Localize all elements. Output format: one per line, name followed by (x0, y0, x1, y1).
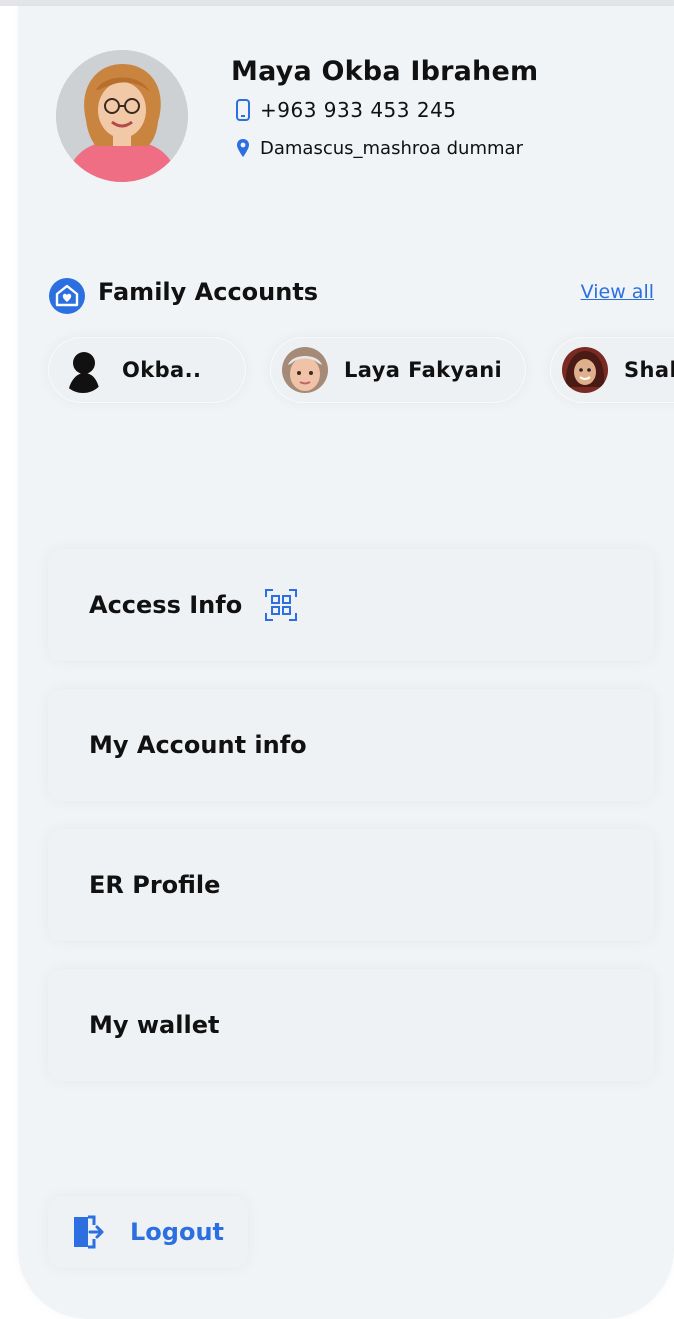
menu-item-my-wallet[interactable]: My wallet (48, 969, 654, 1081)
family-member-chip[interactable]: Shal (550, 337, 674, 403)
menu-item-label: My Account info (89, 731, 307, 759)
menu-item-access-info[interactable]: Access Info (48, 549, 654, 661)
qr-code-icon[interactable] (264, 588, 298, 622)
member-name: Okba.. (122, 358, 202, 382)
menu-item-label: My wallet (89, 1011, 220, 1039)
profile-address: Damascus_mashroa dummar (260, 137, 523, 159)
profile-address-row: Damascus_mashroa dummar (234, 136, 523, 160)
view-all-link[interactable]: View all (581, 281, 654, 303)
member-avatar (60, 347, 106, 393)
member-avatar (282, 347, 328, 393)
member-name: Shal (624, 358, 674, 382)
profile-name: Maya Okba Ibrahem (231, 56, 539, 87)
location-pin-icon (234, 136, 252, 160)
profile-avatar[interactable] (56, 50, 188, 182)
member-avatar (562, 347, 608, 393)
menu-item-label: ER Profile (89, 871, 221, 899)
family-accounts-title: Family Accounts (98, 278, 319, 306)
menu-item-label: Access Info (89, 591, 243, 619)
phone-icon (234, 98, 252, 122)
profile-phone-row: +963 933 453 245 (234, 98, 457, 122)
member-name: Laya Fakyani (344, 358, 503, 382)
profile-phone: +963 933 453 245 (260, 98, 457, 122)
profile-drawer: Maya Okba Ibrahem +963 933 453 245 Damas… (18, 6, 674, 1319)
family-heart-icon (48, 277, 86, 315)
family-member-chip[interactable]: Laya Fakyani (270, 337, 526, 403)
logout-icon (70, 1214, 106, 1250)
menu-item-my-account-info[interactable]: My Account info (48, 689, 654, 801)
logout-label: Logout (130, 1218, 225, 1246)
logout-button[interactable]: Logout (48, 1196, 248, 1268)
family-member-chip[interactable]: Okba.. (48, 337, 246, 403)
menu-item-er-profile[interactable]: ER Profile (48, 829, 654, 941)
